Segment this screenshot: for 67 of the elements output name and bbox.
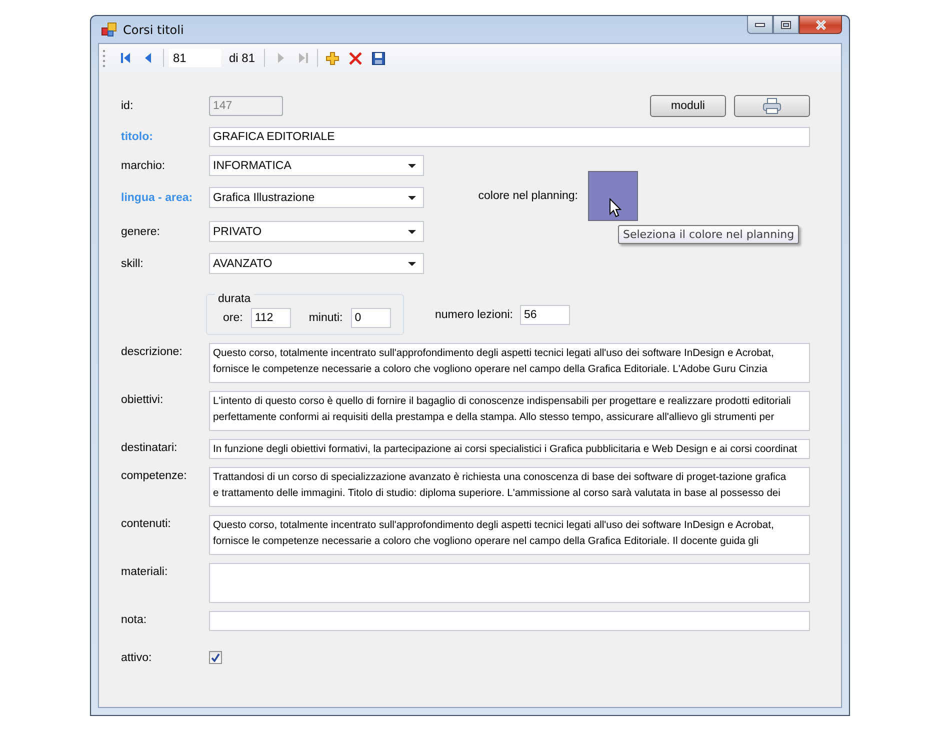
print-button[interactable] (734, 95, 810, 117)
minimize-icon[interactable] (755, 22, 765, 26)
text-line: In funzione degli obiettivi formativi, la partecipazione ai corsi specialistici i Grafica pubblicitaria e Web Design e ai corsi coordinat (213, 443, 798, 457)
text-line: fornisce le competenze necessarie a coloro che vogliono operare nel campo della Grafica Editoriale. Il docente guida gli (213, 535, 760, 549)
plus-icon[interactable] (325, 50, 340, 66)
mouse-cursor-icon (609, 198, 622, 218)
record-count: di 81 (229, 51, 256, 65)
app-icon (101, 22, 117, 38)
text-line: Questo corso, totalmente incentrato sull'approfondimento degli aspetti tecnici legati all'uso dei software InDesign e Acrobat, (213, 519, 775, 533)
first-record-icon[interactable] (118, 51, 132, 65)
text-line: fornisce le competenze necessarie a coloro che vogliono operare nel campo della Grafica Editoriale. L'Adobe Guru Cinzia (213, 363, 768, 377)
text-line: Trattandosi di un corso di specializzazione avanzato è richiesta una conoscenza di base dei software di proget-tazione grafica (213, 471, 788, 485)
field-label: skill: (121, 258, 144, 270)
field-label: materiali: (121, 565, 169, 578)
number-field[interactable]: 0 (350, 308, 391, 328)
text-area[interactable]: In funzione degli obiettivi formativi, la partecipazione ai corsi specialistici i Grafica pubblicitaria e Web Design e ai corsi coordinat (209, 439, 810, 459)
field-label: minuti: (308, 312, 343, 324)
dropdown[interactable]: PRIVATO (209, 221, 424, 242)
text-area[interactable] (209, 391, 810, 431)
field-label: genere: (121, 226, 162, 238)
text-line: L'intento di questo corso è quello di fornire il bagaglio di conoscenze indispensabili per progettare e realizzare prodotti editoriali (213, 395, 792, 409)
field-label: destinatari: (121, 441, 178, 454)
dropdown-arrow-icon (408, 230, 416, 234)
dropdown[interactable]: Grafica Illustrazione (209, 187, 424, 208)
grip-icon (103, 49, 106, 67)
text-area[interactable] (209, 515, 810, 555)
dropdown-arrow-icon (408, 196, 416, 200)
window-title: Corsi titoli (123, 22, 184, 36)
field-label: numero lezioni: (435, 308, 513, 320)
minimize-button[interactable] (747, 16, 773, 34)
close-button[interactable] (799, 16, 842, 34)
field-label: competenze: (121, 469, 188, 482)
checkbox[interactable] (209, 651, 222, 664)
field-label: ore: (223, 312, 243, 324)
field-label: attivo: (121, 652, 153, 664)
dropdown[interactable]: INFORMATICA (209, 155, 424, 176)
delete-icon[interactable] (348, 50, 364, 66)
modules-button[interactable]: moduli (650, 95, 726, 117)
save-icon[interactable] (371, 50, 386, 66)
field-label: nota: (121, 613, 148, 626)
group-title: durata (215, 293, 254, 305)
field-label: id: (121, 100, 134, 112)
text-area[interactable] (209, 343, 810, 383)
maximize-icon[interactable] (781, 20, 791, 28)
field-label: descrizione: (121, 345, 184, 358)
field-label: obiettivi: (121, 393, 164, 406)
number-field[interactable]: 112 (250, 308, 291, 328)
dropdown[interactable]: AVANZATO (209, 253, 424, 274)
field-label: lingua - area: (121, 192, 194, 204)
field-label: marchio: (121, 160, 166, 172)
title-field[interactable]: GRAFICA EDITORIALE (209, 127, 810, 147)
checkmark-icon (211, 653, 220, 662)
record-position-field[interactable]: 81 (169, 49, 221, 67)
close-icon[interactable] (814, 20, 826, 30)
text-line: Questo corso, totalmente incentrato sull'approfondimento degli aspetti tecnici legati all'uso dei software InDesign e Acrobat, (213, 347, 775, 361)
text-area[interactable] (209, 467, 810, 507)
field-label: colore nel planning: (478, 190, 578, 202)
text-line: e trattamento delle immagini. Titolo di studio: diploma superiore. L'ammissione al corso sarà valutata in base al possesso dei (213, 487, 782, 501)
printer-icon[interactable] (763, 98, 781, 114)
field-label: titolo: (121, 131, 154, 143)
tooltip: Seleziona il colore nel planning (618, 225, 800, 244)
number-field[interactable]: 56 (520, 304, 570, 324)
maximize-button[interactable] (773, 16, 799, 34)
dropdown-arrow-icon (408, 164, 416, 168)
dropdown-arrow-icon (408, 262, 416, 266)
text-line: perfettamente conformi ai requisiti della prestampa e della stampa. Allo stesso tempo, assicurare all'allievo gli strumenti per (213, 411, 776, 425)
field-label: contenuti: (121, 517, 172, 530)
